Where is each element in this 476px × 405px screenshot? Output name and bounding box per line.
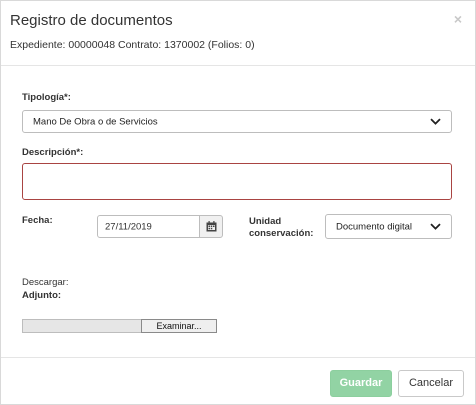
document-registration-dialog: Registro de documentos Expediente: 00000… bbox=[0, 0, 476, 405]
tipologia-label: Tipología*: bbox=[22, 92, 71, 103]
tipologia-value: Mano De Obra o de Servicios bbox=[33, 116, 158, 127]
unidad-select[interactable]: Documento digital bbox=[325, 214, 452, 239]
chevron-down-icon bbox=[430, 223, 441, 230]
browse-button[interactable]: Examinar... bbox=[141, 319, 217, 333]
cancel-button[interactable]: Cancelar bbox=[398, 370, 464, 397]
save-button[interactable]: Guardar bbox=[330, 370, 392, 397]
file-path-field[interactable] bbox=[22, 319, 142, 333]
chevron-down-icon bbox=[430, 118, 441, 125]
unidad-value: Documento digital bbox=[336, 221, 413, 232]
fecha-value: 27/11/2019 bbox=[105, 221, 152, 232]
calendar-button[interactable] bbox=[199, 215, 223, 238]
dialog-title: Registro de documentos bbox=[10, 12, 173, 29]
dialog-header: Registro de documentos Expediente: 00000… bbox=[1, 1, 475, 66]
footer-divider bbox=[1, 357, 475, 358]
descripcion-label: Descripción*: bbox=[22, 147, 84, 158]
close-icon[interactable]: × bbox=[454, 11, 462, 27]
calendar-icon bbox=[206, 221, 217, 232]
descripcion-textarea[interactable] bbox=[22, 163, 452, 200]
adjunto-label: Adjunto: bbox=[22, 290, 62, 301]
unidad-label-line2: conservación: bbox=[249, 228, 314, 239]
unidad-label-line1: Unidad bbox=[249, 216, 282, 227]
dialog-subtitle: Expediente: 00000048 Contrato: 1370002 (… bbox=[10, 39, 255, 51]
tipologia-select[interactable]: Mano De Obra o de Servicios bbox=[22, 110, 452, 133]
fecha-input[interactable]: 27/11/2019 bbox=[97, 215, 200, 238]
fecha-label: Fecha: bbox=[22, 215, 53, 226]
descargar-label: Descargar: bbox=[22, 277, 69, 288]
